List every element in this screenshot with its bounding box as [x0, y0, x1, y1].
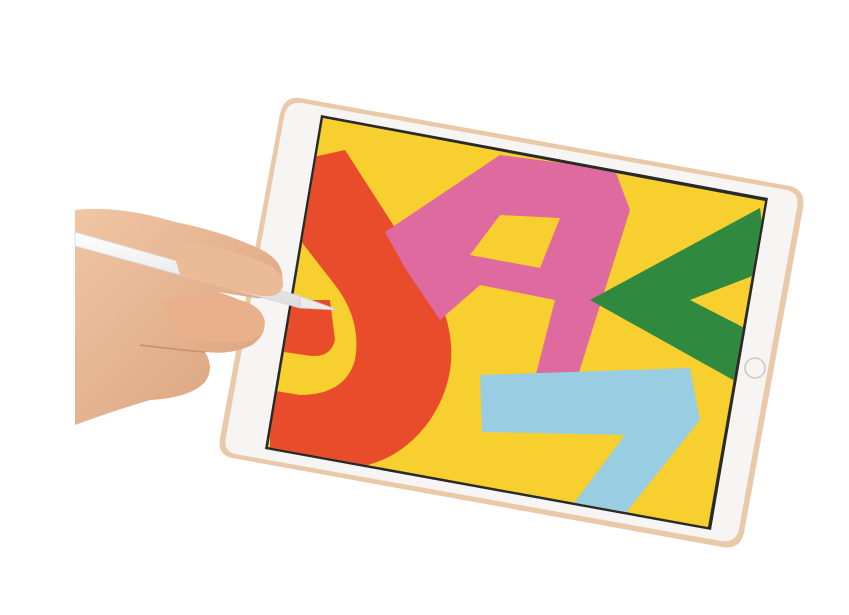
tablet-screen: [268, 118, 765, 527]
tablet: [219, 97, 804, 548]
home-button-icon: [744, 357, 766, 379]
product-photo: [0, 0, 849, 615]
tablet-with-stylus-illustration: [74, 97, 804, 548]
